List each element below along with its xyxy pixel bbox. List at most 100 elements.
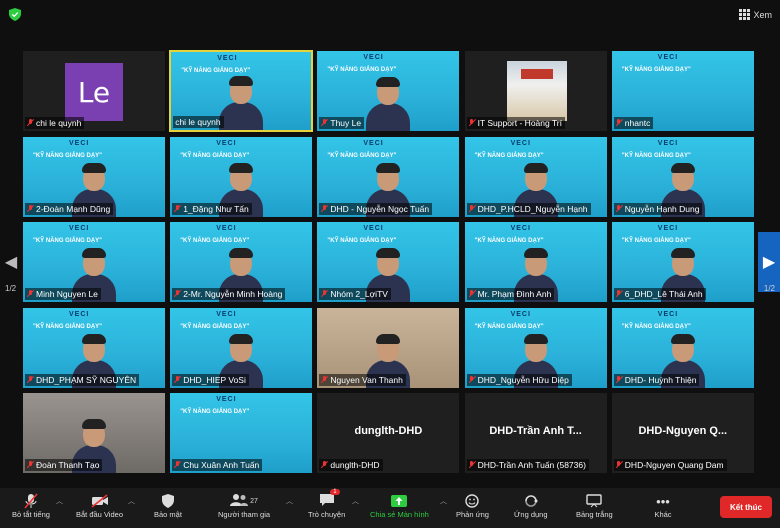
- participant-name: Mr. Phạm Đình Anh: [477, 289, 552, 300]
- whiteboard-button[interactable]: Bảng trắng: [576, 492, 613, 519]
- participant-name-label: DHD_P.HCLD_Nguyễn Hạnh: [466, 202, 591, 215]
- whiteboard-label: Bảng trắng: [576, 510, 613, 519]
- participant-tile[interactable]: VECI "KỸ NĂNG GIẢNG DẠY" Nguyễn Hạnh Dung: [610, 135, 755, 218]
- security-button[interactable]: Bảo mật: [154, 492, 182, 519]
- participant-tile[interactable]: IT Support - Hoàng Trí: [463, 50, 608, 132]
- page-indicator-left: 1/2: [5, 284, 17, 293]
- end-meeting-button[interactable]: Kết thúc: [720, 496, 772, 518]
- participant-tile[interactable]: VECI "KỸ NĂNG GIẢNG DẠY" DHD_PHẠM SỸ NGUYÊ…: [22, 306, 166, 389]
- participant-tile[interactable]: dunglth-DHD dunglth-DHD: [316, 392, 461, 475]
- slide-title: "KỸ NĂNG GIẢNG DẠY": [180, 152, 250, 159]
- start-video-button[interactable]: Bắt đầu Video: [76, 492, 123, 519]
- slide-title: "KỸ NĂNG GIẢNG DẠY": [327, 152, 397, 159]
- more-icon: •••: [656, 493, 670, 509]
- participant-tile[interactable]: VECI "KỸ NĂNG GIẢNG DẠY" DHD_P.HCLD_Nguyễn…: [463, 135, 608, 218]
- participant-name-label: nhantc: [613, 117, 654, 129]
- microphone-muted-icon: [469, 119, 475, 127]
- security-label: Bảo mật: [154, 510, 182, 519]
- apps-button[interactable]: Ứng dụng: [514, 492, 548, 519]
- participant-name-label: DHD-Nguyen Quang Dam: [613, 459, 727, 472]
- participant-name-label: Chu Xuân Anh Tuấn: [172, 459, 263, 472]
- participant-name-label: IT Support - Hoàng Trí: [466, 117, 566, 129]
- participant-name-label: Nguyen Van Thanh: [319, 373, 406, 386]
- microphone-muted-icon: [174, 375, 180, 384]
- participant-name-label: Nhóm 2_LợiTV: [319, 288, 391, 301]
- participant-tile[interactable]: VECI "KỸ NĂNG GIẢNG DẠY" chi le quynh: [169, 50, 314, 132]
- participant-tile[interactable]: VECI "KỸ NĂNG GIẢNG DẠY" 2-Đoàn Mạnh Dũng: [22, 135, 166, 218]
- slide-logo: VECI: [216, 139, 237, 147]
- slide-logo: VECI: [657, 225, 679, 233]
- participant-name-label: Đoàn Thanh Tạo: [25, 459, 103, 472]
- top-bar: Xem: [0, 0, 780, 30]
- participant-tile[interactable]: VECI "KỸ NĂNG GIẢNG DẠY" 1_Đặng Như Tấn: [169, 135, 314, 218]
- microphone-muted-icon: [321, 119, 327, 127]
- slide-title: "KỸ NĂNG GIẢNG DẠY": [474, 152, 544, 159]
- share-screen-button[interactable]: Chia sẻ Màn hình: [370, 492, 429, 519]
- chevron-up-icon[interactable]: ︿: [286, 496, 293, 506]
- participant-name: IT Support - Hoàng Trí: [477, 118, 563, 128]
- next-page-button[interactable]: ▶: [758, 232, 780, 292]
- participant-tile[interactable]: VECI "KỸ NĂNG GIẢNG DẠY" Mr. Phạm Đình Anh: [463, 221, 608, 304]
- participant-tile[interactable]: VECI "KỸ NĂNG GIẢNG DẠY" 6_DHD_Lê Thái Anh: [610, 221, 755, 304]
- page-indicator-right: 1/2: [763, 284, 775, 293]
- chevron-up-icon[interactable]: ︿: [128, 496, 135, 506]
- participant-tile[interactable]: VECI "KỸ NĂNG GIẢNG DẠY" DHD - Nguyễn Ngọc…: [316, 135, 461, 218]
- participant-name: 1_Đặng Như Tấn: [183, 203, 249, 214]
- participant-name: DHD_P.HCLD_Nguyễn Hạnh: [477, 203, 588, 214]
- participant-name: DHD-Nguyen Quang Dam: [624, 460, 724, 471]
- participant-tile[interactable]: VECI "KỸ NĂNG GIẢNG DẠY" DHD_Nguyễn Hữu Di…: [463, 306, 608, 389]
- participant-tile[interactable]: VECI "KỸ NĂNG GIẢNG DẠY" DHD_HIEP VoSi: [169, 306, 314, 389]
- chat-button[interactable]: 1 Trò chuyện: [308, 489, 346, 519]
- participant-tile[interactable]: VECI "KỸ NĂNG GIẢNG DẠY" DHD- Huỳnh Thiện: [610, 306, 755, 389]
- chevron-up-icon[interactable]: ︿: [352, 496, 359, 506]
- participant-tile[interactable]: Đoàn Thanh Tạo: [22, 392, 166, 475]
- participant-tile[interactable]: VECI "KỸ NĂNG GIẢNG DẠY" nhantc: [610, 50, 755, 132]
- slide-logo: VECI: [69, 310, 90, 318]
- slide-logo: VECI: [657, 54, 679, 61]
- participant-name-label: 2-Đoàn Mạnh Dũng: [25, 202, 114, 215]
- participants-icon: [230, 493, 249, 509]
- chat-badge: 1: [330, 489, 340, 495]
- building-image: [506, 61, 567, 121]
- participant-tile[interactable]: DHD-Nguyen Q... DHD-Nguyen Quang Dam: [610, 392, 755, 475]
- participant-tile[interactable]: VECI "KỸ NĂNG GIẢNG DẠY" Chu Xuân Anh Tuấn: [169, 392, 314, 475]
- participant-name-label: chi le quynh: [173, 116, 224, 128]
- microphone-muted-icon: [321, 204, 327, 213]
- chat-label: Trò chuyện: [308, 510, 346, 519]
- slide-title: "KỸ NĂNG GIẢNG DẠY": [621, 238, 691, 245]
- chevron-up-icon[interactable]: ︿: [56, 496, 63, 506]
- microphone-muted-icon: [616, 290, 622, 298]
- participant-tile[interactable]: VECI "KỸ NĂNG GIẢNG DẠY" Thuy Le: [316, 50, 461, 132]
- slide-logo: VECI: [216, 396, 237, 404]
- slide-logo: VECI: [363, 225, 384, 233]
- shield-icon[interactable]: [9, 8, 21, 21]
- participant-name: Nguyen Van Thanh: [330, 374, 403, 385]
- microphone-muted-icon: [616, 204, 622, 213]
- more-button[interactable]: ••• Khác: [652, 492, 674, 520]
- slide-logo: VECI: [510, 225, 531, 233]
- microphone-muted-icon: [174, 204, 180, 213]
- microphone-muted-icon: [469, 461, 475, 469]
- chevron-up-icon[interactable]: ︿: [440, 496, 447, 506]
- unmute-button[interactable]: Bỏ tắt tiếng: [12, 492, 50, 519]
- reactions-button[interactable]: Phản ứng: [456, 492, 489, 519]
- participant-tile[interactable]: Nguyen Van Thanh: [316, 306, 461, 389]
- slide-logo: VECI: [657, 139, 679, 147]
- participant-tile[interactable]: VECI "KỸ NĂNG GIẢNG DẠY" 2-Mr. Nguyễn Minh…: [169, 221, 314, 304]
- participant-tile[interactable]: Le chi le quynh: [22, 50, 166, 132]
- slide-title: "KỸ NĂNG GIẢNG DẠY": [327, 67, 397, 73]
- participant-name: DHD_HIEP VoSi: [183, 374, 246, 385]
- microphone-muted-icon: [174, 290, 180, 298]
- participants-count: 27: [250, 497, 258, 505]
- participant-display-name: DHD-Nguyen Q...: [638, 425, 728, 438]
- participants-button[interactable]: 27 Người tham gia: [218, 492, 270, 519]
- previous-page-button[interactable]: ◀: [0, 232, 22, 292]
- participant-tile[interactable]: DHD-Trần Anh T... DHD-Trần Anh Tuấn (5873…: [463, 392, 608, 475]
- participant-name: chi le quynh: [36, 118, 82, 128]
- participant-tile[interactable]: VECI "KỸ NĂNG GIẢNG DẠY" Nhóm 2_LợiTV: [316, 221, 461, 304]
- participant-tile[interactable]: VECI "KỸ NĂNG GIẢNG DẠY" Minh Nguyen Le: [22, 221, 166, 304]
- slide-logo: VECI: [216, 225, 237, 233]
- slide-title: "KỸ NĂNG GIẢNG DẠY": [180, 238, 250, 245]
- view-button[interactable]: Xem: [739, 9, 772, 20]
- participant-name-label: 1_Đặng Như Tấn: [172, 202, 252, 215]
